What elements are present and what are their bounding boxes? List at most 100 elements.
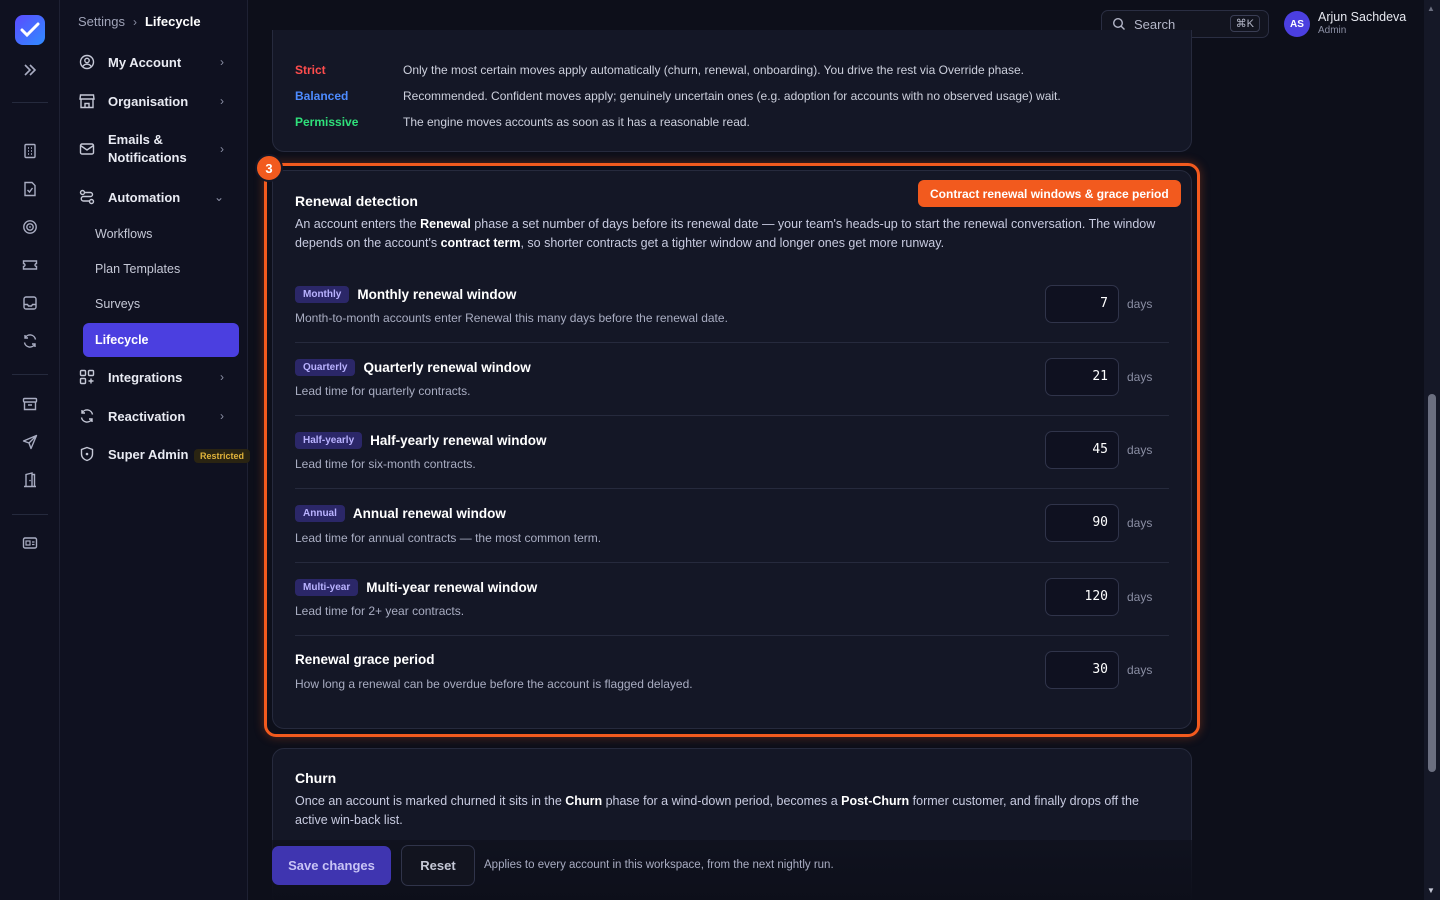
ticket-icon[interactable] <box>20 255 40 275</box>
days-unit: days <box>1127 663 1153 677</box>
shield-icon <box>78 445 96 463</box>
reset-button[interactable]: Reset <box>401 845 475 886</box>
id-card-icon[interactable] <box>20 533 40 553</box>
days-unit: days <box>1127 516 1153 530</box>
annual-window-row: Annual Annual renewal window Lead time fo… <box>295 489 1169 563</box>
nav-item-organisation[interactable]: Organisation › <box>78 92 238 110</box>
expand-sidebar-icon[interactable] <box>20 60 40 80</box>
store-icon <box>78 92 96 110</box>
nav-label: Organisation <box>108 93 189 109</box>
window-subtitle: Lead time for six-month contracts. <box>295 457 476 471</box>
renewal-description: An account enters the Renewal phase a se… <box>295 217 1156 250</box>
churn-title: Churn <box>295 770 337 786</box>
chevron-right-icon: › <box>220 55 224 69</box>
refresh-icon <box>78 407 96 425</box>
days-unit: days <box>1127 590 1153 604</box>
grace-period-row: Renewal grace period How long a renewal … <box>295 636 1169 709</box>
term-pill: Quarterly <box>295 359 356 376</box>
chevron-right-icon: › <box>220 142 224 156</box>
step-badge: 3 <box>255 154 283 182</box>
breadcrumb-current: Lifecycle <box>144 14 201 29</box>
user-role: Admin <box>1318 25 1347 36</box>
save-changes-button[interactable]: Save changes <box>272 846 391 885</box>
annual-days-input[interactable]: 90 <box>1045 504 1119 542</box>
avatar[interactable]: AS <box>1284 11 1310 37</box>
mode-name: Balanced <box>295 89 349 103</box>
nav-item-emails-notifications[interactable]: Emails & Notifications › <box>78 131 238 167</box>
user-name[interactable]: Arjun Sachdeva <box>1318 10 1406 24</box>
mode-name: Permissive <box>295 115 359 129</box>
monthly-days-input[interactable]: 7 <box>1045 285 1119 323</box>
target-icon[interactable] <box>20 217 40 237</box>
multi-year-days-input[interactable]: 120 <box>1045 578 1119 616</box>
sub-item-surveys[interactable]: Surveys <box>83 287 239 321</box>
grace-period-days-input[interactable]: 30 <box>1045 651 1119 689</box>
nav-item-automation[interactable]: Automation ⌄ <box>78 188 238 206</box>
archive-icon[interactable] <box>20 394 40 414</box>
mode-name: Strict <box>295 63 326 77</box>
quarterly-days-input[interactable]: 21 <box>1045 358 1119 396</box>
mode-desc: Only the most certain moves apply automa… <box>403 63 1024 77</box>
term-pill: Multi-year <box>295 579 359 596</box>
door-exit-icon[interactable] <box>20 470 40 490</box>
window-title: Multi-year renewal window <box>366 580 538 595</box>
window-title: Half-yearly renewal window <box>370 433 547 448</box>
footer-note: Applies to every account in this workspa… <box>484 859 834 871</box>
days-unit: days <box>1127 297 1153 311</box>
chevron-down-icon: ⌄ <box>213 190 224 204</box>
window-subtitle: Lead time for quarterly contracts. <box>295 384 471 398</box>
churn-description: Once an account is marked churned it sit… <box>295 794 1139 827</box>
user-circle-icon <box>78 53 96 71</box>
renewal-title: Renewal detection <box>295 193 418 209</box>
nav-item-reactivation[interactable]: Reactivation › <box>78 407 238 425</box>
monthly-window-row: Monthly Monthly renewal window Month-to-m… <box>295 270 1169 343</box>
chevron-right-icon: › <box>220 94 224 108</box>
inbox-icon[interactable] <box>20 293 40 313</box>
nav-label: Notifications <box>108 150 187 165</box>
mode-row-balanced: Balanced Recommended. Confident moves ap… <box>295 89 1061 103</box>
window-title: Monthly renewal window <box>357 287 517 302</box>
sub-item-lifecycle[interactable]: Lifecycle <box>83 323 239 357</box>
search-icon <box>1112 17 1125 30</box>
nav-label: Reactivation <box>108 408 186 424</box>
icon-rail <box>0 0 60 900</box>
mail-icon <box>78 140 96 158</box>
days-unit: days <box>1127 443 1153 457</box>
window-subtitle: Lead time for 2+ year contracts. <box>295 604 465 618</box>
sub-item-workflows[interactable]: Workflows <box>83 217 239 251</box>
half-yearly-days-input[interactable]: 45 <box>1045 431 1119 469</box>
term-pill: Half-yearly <box>295 432 363 449</box>
refresh-icon[interactable] <box>20 331 40 351</box>
window-title: Renewal grace period <box>295 652 435 667</box>
document-check-icon[interactable] <box>20 179 40 199</box>
mode-row-permissive: Permissive The engine moves accounts as … <box>295 115 750 129</box>
app-logo[interactable] <box>15 15 45 45</box>
send-icon[interactable] <box>20 432 40 452</box>
chevron-right-icon: › <box>220 370 224 384</box>
flow-icon <box>78 188 96 206</box>
nav-item-integrations[interactable]: Integrations › <box>78 368 238 386</box>
mode-row-strict: Strict Only the most certain moves apply… <box>295 63 1024 77</box>
window-subtitle: How long a renewal can be overdue before… <box>295 677 693 691</box>
days-unit: days <box>1127 370 1153 384</box>
nav-label: Super Admin <box>108 446 189 462</box>
window-title: Annual renewal window <box>352 506 506 521</box>
search-shortcut: ⌘K <box>1229 15 1260 32</box>
nav-label: Automation <box>108 189 181 205</box>
nav-item-my-account[interactable]: My Account › <box>78 53 238 71</box>
scroll-up-icon[interactable]: ▲ <box>1427 4 1435 13</box>
breadcrumb-chevron-icon: › <box>132 14 137 29</box>
term-pill: Annual <box>295 505 345 522</box>
breadcrumb-settings[interactable]: Settings <box>78 14 125 29</box>
nav-label: Emails & <box>108 132 163 147</box>
building-icon[interactable] <box>20 141 40 161</box>
scrollbar-thumb[interactable] <box>1428 394 1436 772</box>
chevron-right-icon: › <box>220 409 224 423</box>
mode-desc: Recommended. Confident moves apply; genu… <box>403 89 1061 103</box>
sub-item-plan-templates[interactable]: Plan Templates <box>83 252 239 286</box>
grid-plus-icon <box>78 368 96 386</box>
nav-label: My Account <box>108 54 182 70</box>
window-title: Quarterly renewal window <box>363 360 531 375</box>
scroll-down-icon[interactable]: ▼ <box>1427 886 1435 895</box>
nav-label: Integrations <box>108 369 183 385</box>
